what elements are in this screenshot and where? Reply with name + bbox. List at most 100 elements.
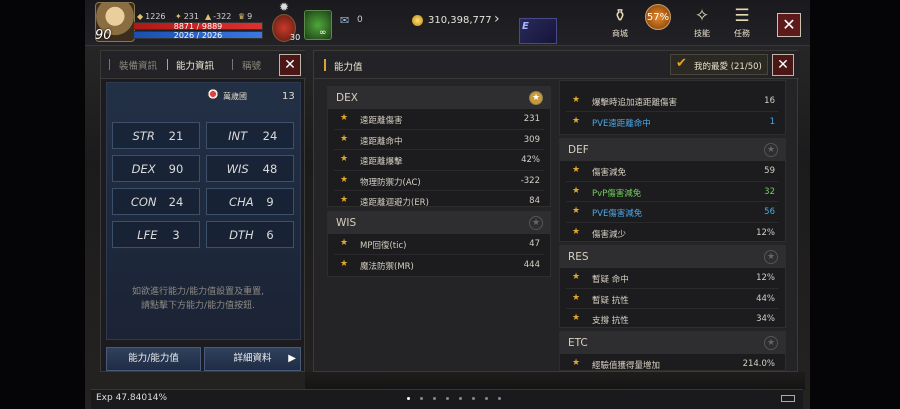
list-item[interactable]: ★ 魔法防禦(MR) 444 xyxy=(328,255,550,276)
page-dot xyxy=(446,397,449,400)
exp-bar: Exp 47.84014% xyxy=(91,389,803,409)
character-info-panel: 裝備資訊 能力資訊 稱號 ✕ 萬歲國 13 STR 21 INT 24 DEX 90 … xyxy=(100,50,306,372)
group-header: DEX ★ xyxy=(328,87,550,109)
stat-int: INT 24 xyxy=(206,122,294,149)
faction-icon xyxy=(207,88,219,100)
page-dot xyxy=(472,397,475,400)
star-icon[interactable]: ★ xyxy=(340,154,348,164)
list-item[interactable]: ★ 遠距離爆擊 42% xyxy=(328,150,550,171)
star-icon[interactable]: ★ xyxy=(572,186,580,196)
star-icon[interactable]: ★ xyxy=(529,216,543,230)
list-item[interactable]: ★ 暫疑 抗性 44% xyxy=(560,289,785,309)
star-icon[interactable]: ★ xyxy=(572,206,580,216)
chevron-right-icon[interactable]: › xyxy=(494,11,500,27)
shield-icon: ◆ xyxy=(137,12,144,21)
info-tabs: 裝備資訊 能力資訊 稱號 ✕ xyxy=(101,51,306,79)
star-icon[interactable]: ★ xyxy=(529,91,543,105)
list-item[interactable]: ★ MP回復(tic) 47 xyxy=(328,234,550,255)
star-icon[interactable]: ★ xyxy=(572,95,580,105)
close-icon[interactable]: ✕ xyxy=(279,54,301,76)
group-header: DEF ★ xyxy=(560,139,785,161)
skill-button[interactable]: ✧ 技能 xyxy=(682,4,722,44)
list-item[interactable]: ★ PvP傷害減免 32 xyxy=(560,182,785,202)
star-icon[interactable]: ★ xyxy=(340,175,348,185)
group-dex-continued: ★ 爆擊時追加遠距離傷害 16 ★ PVE遠距離命中 1 xyxy=(559,80,786,135)
star-icon[interactable]: ★ xyxy=(572,116,580,126)
page-dot xyxy=(407,397,410,400)
star-icon[interactable]: ★ xyxy=(340,195,348,205)
star-icon[interactable]: ★ xyxy=(340,259,348,269)
tab-divider xyxy=(109,59,110,70)
scroll-icon[interactable]: ✉ xyxy=(340,14,349,27)
star-icon[interactable]: ★ xyxy=(572,358,580,368)
detail-button[interactable]: 詳細資料 ▶ xyxy=(204,347,301,371)
buff-leaf-icon[interactable] xyxy=(304,10,332,40)
stat-dex: DEX 90 xyxy=(112,155,200,182)
quest-button[interactable]: ☰ 任務 xyxy=(722,4,762,44)
tab-divider xyxy=(232,59,233,70)
list-item[interactable]: ★ 物理防禦力(AC) -322 xyxy=(328,171,550,191)
star-icon[interactable]: ★ xyxy=(572,313,580,323)
weapon-e-label: E xyxy=(522,21,529,32)
ability-button[interactable]: 能力/能力值 xyxy=(106,347,201,371)
star-icon[interactable]: ★ xyxy=(764,143,778,157)
close-window-button[interactable]: ✕ xyxy=(777,13,801,37)
star-icon[interactable]: ★ xyxy=(572,293,580,303)
quest-icon: ☰ xyxy=(734,6,750,26)
group-dex: DEX ★ ★ 遠距離傷害 231 ★ 遠距離命中 309 ★ 遠距離爆擊 42% ★ 物理防… xyxy=(327,86,551,208)
weapon-slot[interactable]: E xyxy=(519,18,557,44)
bow-icon: ✦ xyxy=(175,12,182,21)
tab-ability[interactable]: 能力資訊 xyxy=(176,58,214,72)
favorites-label: 我的最愛 (21/50) xyxy=(694,62,762,72)
list-item[interactable]: ★ PVE傷害減免 56 xyxy=(560,202,785,223)
progress-icon: 57% xyxy=(645,4,671,30)
list-item[interactable]: ★ 經驗值獲得量增加 214.0% xyxy=(560,354,785,370)
group-header: ETC ★ xyxy=(560,332,785,354)
star-icon[interactable]: ★ xyxy=(340,113,348,123)
panel-title: 能力值 xyxy=(334,62,363,73)
star-icon[interactable]: ★ xyxy=(572,165,580,175)
list-item[interactable]: ★ 暫疑 命中 12% xyxy=(560,268,785,289)
hud-stat-c: ▲ -322 xyxy=(205,12,232,21)
faction-value: 13 xyxy=(282,91,295,102)
star-icon[interactable]: ★ xyxy=(572,272,580,282)
list-item[interactable]: ★ 遠距離傷害 231 xyxy=(328,109,550,130)
list-item[interactable]: ★ 遠距離命中 309 xyxy=(328,130,550,150)
stat-wis: WIS 48 xyxy=(206,155,294,182)
tab-title[interactable]: 稱號 xyxy=(242,58,261,72)
ability-values-header: 能力值 ✔ 我的最愛 (21/50) ✕ xyxy=(314,51,799,79)
page-dot xyxy=(459,397,462,400)
gear-icon[interactable]: ✹ xyxy=(270,0,298,14)
right-bezel xyxy=(810,0,900,409)
group-res: RES ★ ★ 暫疑 命中 12% ★ 暫疑 抗性 44% ★ 支撐 抗性 34% xyxy=(559,245,786,328)
list-item[interactable]: ★ PVE遠距離命中 1 xyxy=(560,112,785,133)
tab-equipment[interactable]: 裝備資訊 xyxy=(119,58,157,72)
star-icon[interactable]: ★ xyxy=(572,227,580,237)
star-icon[interactable]: ★ xyxy=(340,134,348,144)
stat-lfe: LFE 3 xyxy=(112,221,200,248)
group-title: ETC xyxy=(568,337,588,349)
character-level: 90 xyxy=(95,28,112,43)
group-etc: ETC ★ ★ 經驗值獲得量增加 214.0% xyxy=(559,331,786,371)
star-icon[interactable]: ★ xyxy=(764,336,778,350)
list-item[interactable]: ★ 遠距離迴避力(ER) 84 xyxy=(328,191,550,212)
hud-stat-d: ♛ 9 xyxy=(238,12,253,21)
faction-label: 萬歲國 xyxy=(223,92,247,101)
close-icon[interactable]: ✕ xyxy=(772,54,794,76)
page-dot xyxy=(485,397,488,400)
star-icon[interactable]: ★ xyxy=(764,250,778,264)
progress-button[interactable]: 57% xyxy=(638,4,678,44)
list-item[interactable]: ★ 爆擊時追加遠距離傷害 16 xyxy=(560,91,785,112)
stat-dth: DTH 6 xyxy=(206,221,294,248)
list-item[interactable]: ★ 支撐 抗性 34% xyxy=(560,309,785,330)
hud-stat-b: ✦ 231 xyxy=(175,12,199,21)
shop-button[interactable]: ⚱ 商城 xyxy=(600,4,640,44)
list-item[interactable]: ★ 傷害減少 12% xyxy=(560,223,785,244)
group-title: DEX xyxy=(336,92,358,104)
info-text: 如欲進行能力/能力值設置及重置, 請點擊下方能力/能力值按鈕. xyxy=(132,287,264,311)
star-icon[interactable]: ★ xyxy=(340,238,348,248)
hud-stat-a: ◆ 1226 xyxy=(137,12,166,21)
page-dot xyxy=(498,397,501,400)
group-header: RES ★ xyxy=(560,246,785,268)
list-item[interactable]: ★ 傷害減免 59 xyxy=(560,161,785,182)
